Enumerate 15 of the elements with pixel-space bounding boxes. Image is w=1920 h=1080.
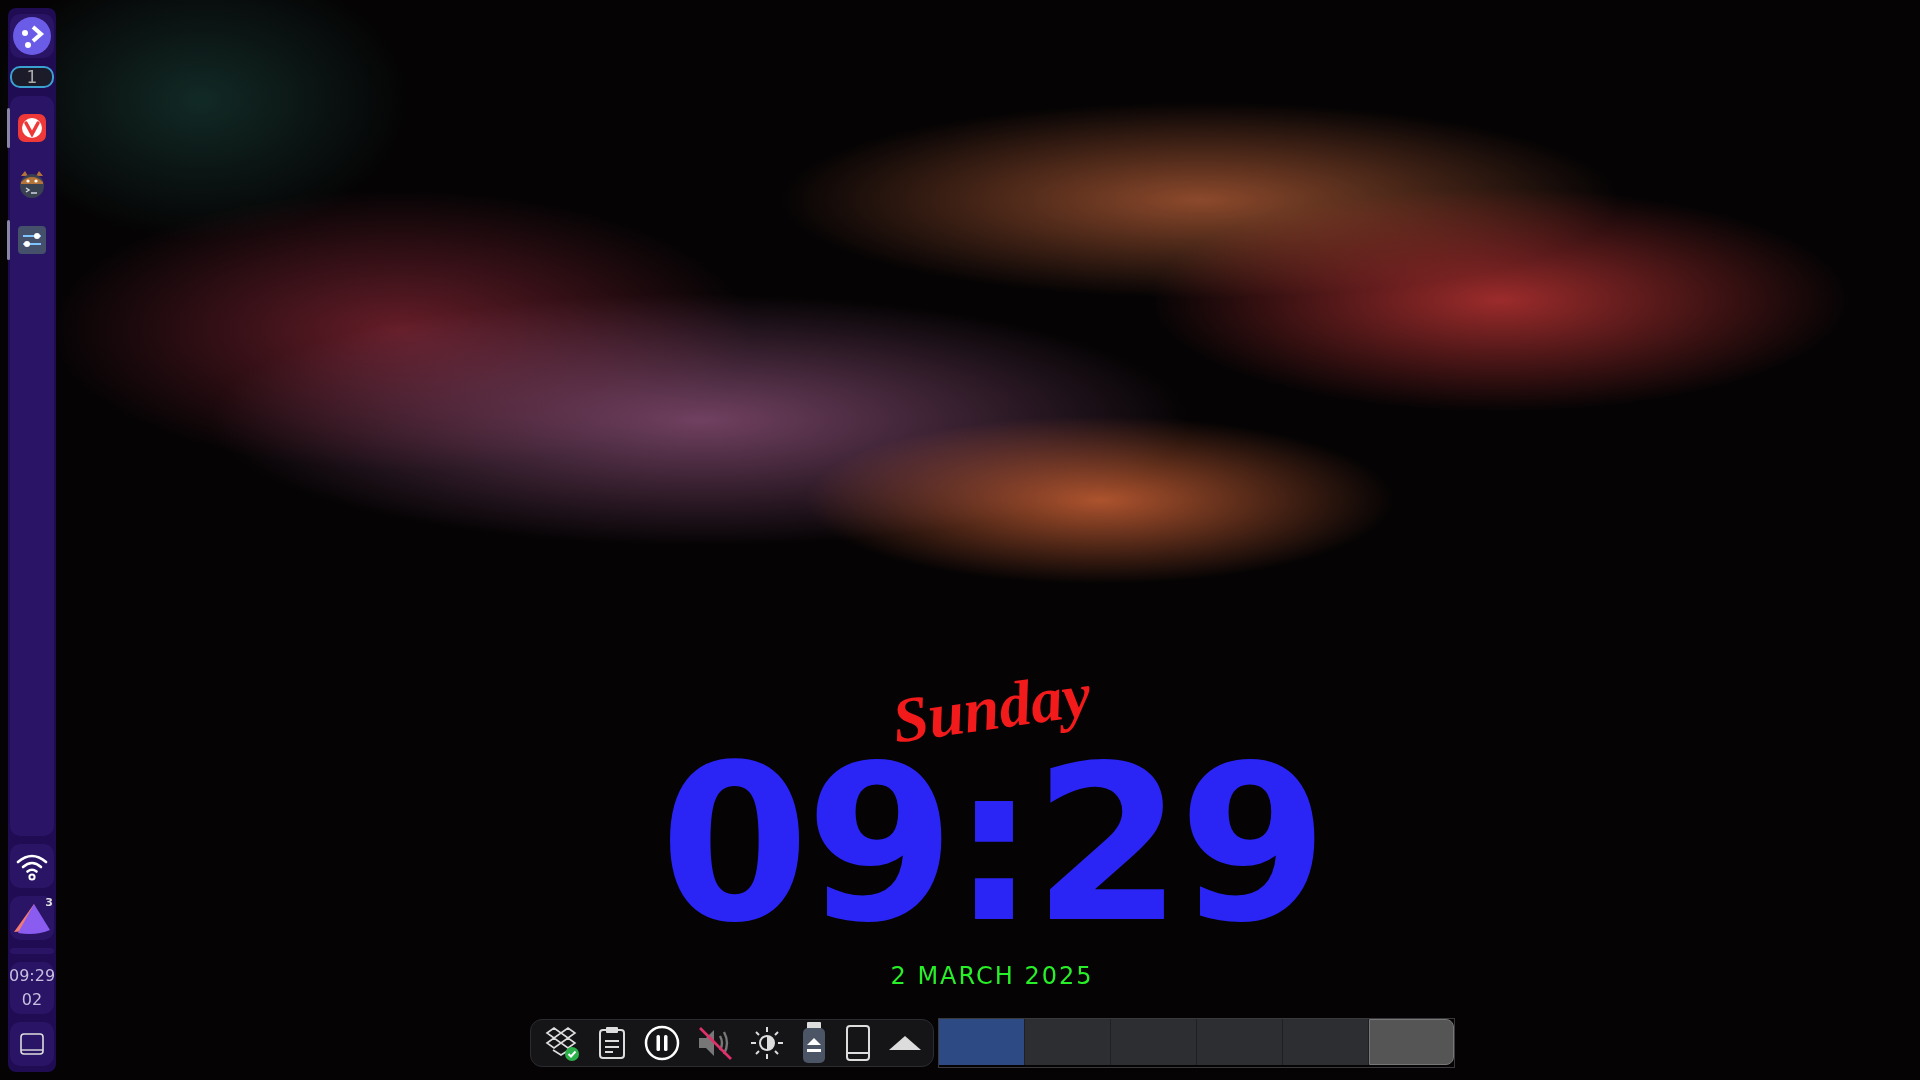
launcher-icon[interactable] <box>12 16 52 56</box>
pause-icon[interactable] <box>642 1024 681 1062</box>
weekday-label: Sunday <box>888 659 1096 757</box>
brightness-icon[interactable] <box>748 1025 785 1061</box>
v-logo-icon[interactable] <box>16 112 48 144</box>
workspace-indicator[interactable]: 1 <box>10 66 54 88</box>
sliders-icon[interactable] <box>16 224 48 256</box>
running-indicator <box>7 220 10 260</box>
date-label: 2 MARCH 2025 <box>890 962 1094 990</box>
desktop-clock-time: 09:29 <box>659 757 1325 932</box>
panel-clock-time[interactable]: 09:29 <box>8 964 56 988</box>
show-desktop-icon[interactable] <box>19 1031 45 1057</box>
panel-clock-day[interactable]: 02 <box>21 988 43 1012</box>
running-indicator <box>7 108 10 148</box>
update-count: 3 <box>45 896 53 909</box>
